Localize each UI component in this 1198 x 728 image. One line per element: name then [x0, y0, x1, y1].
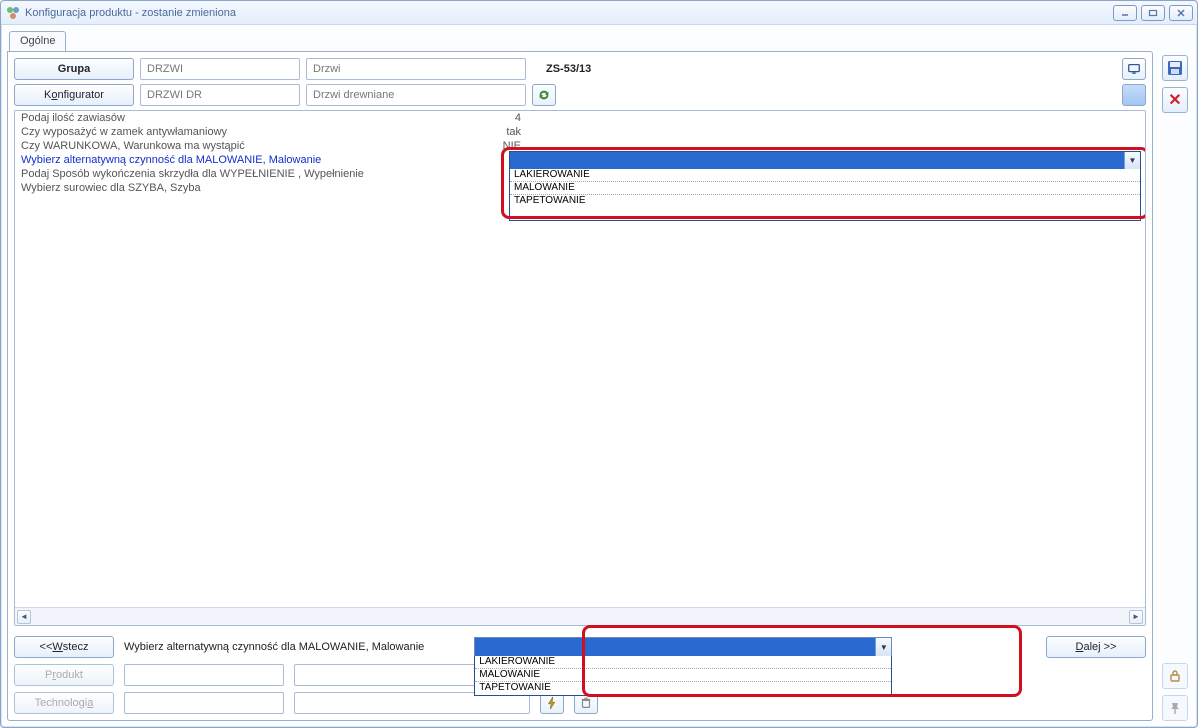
horizontal-scrollbar[interactable]: ◄ ►	[15, 607, 1145, 625]
tab-general[interactable]: Ogólne	[9, 31, 66, 51]
footer-dropdown-options: LAKIEROWANIEMALOWANIETAPETOWANIE	[474, 656, 892, 696]
list-question: Wybierz surowiec dla SZYBA, Szyba	[21, 182, 491, 194]
footer-dropdown-bar[interactable]: ▼	[474, 637, 892, 657]
window-title: Konfiguracja produktu - zostanie zmienio…	[25, 7, 236, 19]
product-button[interactable]: Produkt	[14, 664, 114, 686]
pin-icon-button[interactable]	[1162, 695, 1188, 721]
app-icon	[5, 5, 21, 21]
maximize-button[interactable]	[1141, 5, 1165, 21]
btn-txt2: nfigurator	[57, 89, 103, 101]
side-column: ✕	[1159, 29, 1191, 721]
list-question: Czy WARUNKOWA, Warunkowa ma wystąpić	[21, 140, 491, 152]
blue-icon-button[interactable]	[1122, 84, 1146, 106]
list-value: tak	[491, 126, 521, 138]
dropdown-option[interactable]: LAKIEROWANIE	[510, 169, 1140, 182]
technology-button[interactable]: Technologia	[14, 692, 114, 714]
save-icon-button[interactable]	[1162, 55, 1188, 81]
btn-txt: K	[44, 89, 51, 101]
footer-row-nav: << Wstecz Wybierz alternatywną czynność …	[14, 636, 1146, 658]
refresh-icon-button[interactable]	[532, 84, 556, 106]
scroll-right-icon[interactable]: ►	[1129, 610, 1143, 624]
list-value: 4	[491, 112, 521, 124]
dropdown-option[interactable]: MALOWANIE	[475, 669, 891, 682]
list-question: Czy wyposażyć w zamek antywłamaniowy	[21, 126, 491, 138]
dropdown-selection-bar[interactable]: ▼	[510, 152, 1140, 169]
row-configurator: Konfigurator DRZWI DR Drzwi drewniane	[14, 84, 1146, 106]
display-icon-button[interactable]	[1122, 58, 1146, 80]
main-column: Ogólne Grupa DRZWI Drzwi ZS-53/13 Konfig…	[7, 29, 1153, 721]
chevron-down-icon[interactable]: ▼	[875, 638, 891, 656]
close-icon: ✕	[1168, 90, 1181, 110]
list-question: Wybierz alternatywną czynność dla MALOWA…	[21, 154, 491, 166]
dropdown-options: LAKIEROWANIEMALOWANIETAPETOWANIE	[510, 169, 1140, 220]
config-code-field[interactable]: DRZWI DR	[140, 84, 300, 106]
chevron-down-icon[interactable]: ▼	[1124, 152, 1140, 169]
tech-code-field[interactable]	[124, 692, 284, 714]
dropdown-option[interactable]: TAPETOWANIE	[510, 195, 1140, 208]
list-line: Czy wyposażyć w zamek antywłamaniowytak	[15, 125, 1145, 139]
panel: Grupa DRZWI Drzwi ZS-53/13 Konfigurator …	[7, 51, 1153, 721]
window: Konfiguracja produktu - zostanie zmienio…	[0, 0, 1198, 728]
list-line: Podaj ilość zawiasów4	[15, 111, 1145, 125]
content: Ogólne Grupa DRZWI Drzwi ZS-53/13 Konfig…	[1, 25, 1197, 727]
list-question: Podaj Sposób wykończenia skrzydła dla WY…	[21, 168, 491, 180]
titlebar: Konfiguracja produktu - zostanie zmienio…	[1, 1, 1197, 25]
close-button[interactable]	[1169, 5, 1193, 21]
group-button[interactable]: Grupa	[14, 58, 134, 80]
tab-bar: Ogólne	[7, 29, 1153, 51]
list-area: Podaj ilość zawiasów4Czy wyposażyć w zam…	[14, 110, 1146, 626]
row-group: Grupa DRZWI Drzwi ZS-53/13	[14, 58, 1146, 80]
list-question: Podaj ilość zawiasów	[21, 112, 491, 124]
dropdown-option[interactable]: LAKIEROWANIE	[475, 656, 891, 669]
product-code-field[interactable]	[124, 664, 284, 686]
configurator-button[interactable]: Konfigurator	[14, 84, 134, 106]
back-button[interactable]: << Wstecz	[14, 636, 114, 658]
minimize-button[interactable]	[1113, 5, 1137, 21]
inline-dropdown[interactable]: ▼ LAKIEROWANIEMALOWANIETAPETOWANIE	[509, 151, 1141, 221]
config-name-field[interactable]: Drzwi drewniane	[306, 84, 526, 106]
dropdown-option[interactable]: MALOWANIE	[510, 182, 1140, 195]
cancel-icon-button[interactable]: ✕	[1162, 87, 1188, 113]
lock-icon-button[interactable]	[1162, 663, 1188, 689]
group-code-field[interactable]: DRZWI	[140, 58, 300, 80]
footer-prompt: Wybierz alternatywną czynność dla MALOWA…	[124, 641, 424, 653]
next-button[interactable]: Dalej >>	[1046, 636, 1146, 658]
scroll-left-icon[interactable]: ◄	[17, 610, 31, 624]
dropdown-option[interactable]: TAPETOWANIE	[475, 682, 891, 695]
order-number: ZS-53/13	[546, 63, 591, 75]
footer: << Wstecz Wybierz alternatywną czynność …	[14, 630, 1146, 714]
group-name-field[interactable]: Drzwi	[306, 58, 526, 80]
footer-dropdown[interactable]: ▼ LAKIEROWANIEMALOWANIETAPETOWANIE	[474, 637, 892, 657]
